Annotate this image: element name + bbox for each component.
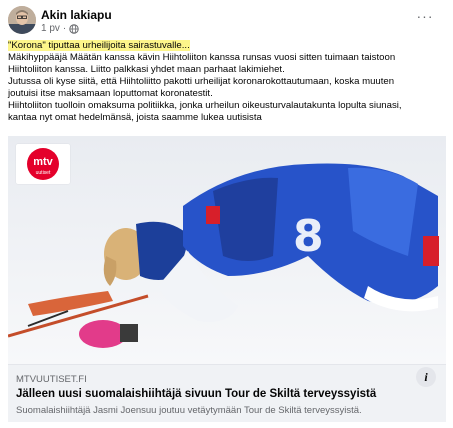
info-icon: i [424,370,428,384]
post-line: Hiihtoliiton kanssa. Liitto palkkasi yhd… [8,64,285,75]
post-line: Mäkihyppääjä Määtän kanssa kävin Hiihtol… [8,52,396,63]
post-line: Jutussa oli kyse siitä, että Hiihtoliitt… [8,76,395,87]
post-author[interactable]: Akin lakiapu [41,8,112,22]
skier-lying-in-snow-image: 8 [8,136,446,364]
post-highlight: "Korona" tiputtaa urheilijoita sairastuv… [8,40,190,51]
post-time[interactable]: 1 pv [41,23,60,34]
post-body: "Korona" tiputtaa urheilijoita sairastuv… [8,40,448,124]
link-domain: MTVUUTISET.FI [16,374,87,385]
globe-icon [69,23,79,34]
avatar[interactable] [8,6,36,34]
meta-separator: · [62,23,67,34]
info-button[interactable]: i [416,367,436,387]
post-line: kantaa nyt omat hedelmänsä, joista saamm… [8,112,262,123]
post-line: joutuisi itse maksamaan loputtomat koron… [8,88,213,99]
svg-text:uutiset: uutiset [36,170,51,176]
link-title[interactable]: Jälleen uusi suomalaishiihtäjä sivuun To… [16,388,376,400]
link-preview-image[interactable]: 8 mtv uutiset [8,136,446,364]
facebook-post: Akin lakiapu 1 pv · ··· "Korona" tiputta… [0,0,453,428]
post-line: Hiihtoliiton tuolloin omaksuma politiikk… [8,100,402,111]
post-meta: 1 pv · [41,23,79,34]
link-description: Suomalaishiihtäjä Jasmi Joensuu joutuu v… [16,405,362,416]
svg-text:mtv: mtv [33,156,53,168]
post-header: Akin lakiapu 1 pv · ··· [8,6,445,36]
svg-text:8: 8 [293,211,324,262]
more-options-button[interactable]: ··· [413,8,437,28]
more-options-icon: ··· [416,8,434,24]
link-preview-footer[interactable]: MTVUUTISET.FI Jälleen uusi suomalaishiih… [8,364,446,422]
mtv-uutiset-logo: mtv uutiset [16,144,70,184]
